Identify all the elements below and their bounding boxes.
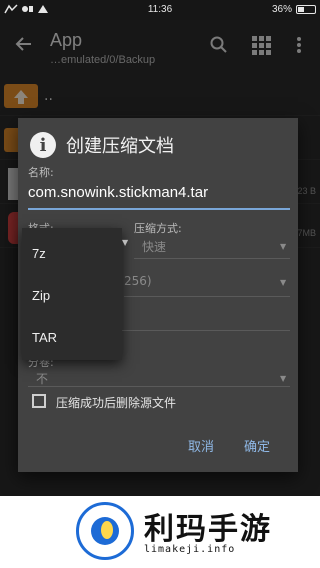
dictionary-partial-value[interactable]: 256) bbox=[124, 274, 152, 288]
format-option-zip[interactable]: Zip bbox=[32, 288, 50, 303]
cancel-button[interactable]: 取消 bbox=[188, 436, 214, 455]
name-label: 名称: bbox=[28, 166, 54, 179]
format-option-tar[interactable]: TAR bbox=[32, 330, 57, 345]
delete-source-checkbox[interactable] bbox=[32, 394, 46, 408]
compression-underline bbox=[134, 258, 290, 259]
info-icon: i bbox=[30, 132, 56, 158]
brand-name: 利玛手游 bbox=[144, 512, 272, 547]
status-right: 36% bbox=[272, 4, 316, 15]
chevron-down-icon[interactable]: ▼ bbox=[280, 242, 286, 251]
compression-label: 压缩方式: bbox=[134, 222, 182, 235]
status-bar: 11:36 36% bbox=[0, 0, 320, 20]
battery-icon bbox=[296, 5, 316, 14]
delete-source-label[interactable]: 压缩成功后删除源文件 bbox=[56, 394, 176, 411]
chevron-down-icon[interactable]: ▼ bbox=[280, 278, 286, 287]
brand-url: limakeji.info bbox=[144, 544, 236, 555]
battery-percent: 36% bbox=[271, 4, 292, 15]
ok-button[interactable]: 确定 bbox=[244, 436, 270, 455]
format-dropdown-menu: 7z Zip TAR bbox=[22, 228, 122, 360]
dialog-title: 创建压缩文档 bbox=[66, 136, 174, 157]
dialog-header: i 创建压缩文档 bbox=[30, 132, 174, 158]
format-option-7z[interactable]: 7z bbox=[32, 246, 46, 261]
screen: 11:36 36% App …emulated/0/Backup .. 23 B… bbox=[0, 0, 320, 568]
archive-name-value: com.snowink.stickman4.tar bbox=[28, 184, 209, 201]
split-underline bbox=[28, 386, 290, 387]
compression-value[interactable]: 快速 bbox=[142, 238, 166, 255]
dictionary-underline bbox=[124, 296, 290, 297]
brand-banner: 利玛手游 limakeji.info bbox=[0, 496, 320, 568]
archive-name-input[interactable]: com.snowink.stickman4.tar bbox=[28, 184, 290, 210]
format-chevron-icon[interactable]: ▼ bbox=[122, 238, 128, 247]
brand-logo-icon bbox=[76, 502, 134, 560]
chevron-down-icon[interactable]: ▼ bbox=[280, 374, 286, 383]
split-value[interactable]: 不 bbox=[36, 370, 48, 387]
